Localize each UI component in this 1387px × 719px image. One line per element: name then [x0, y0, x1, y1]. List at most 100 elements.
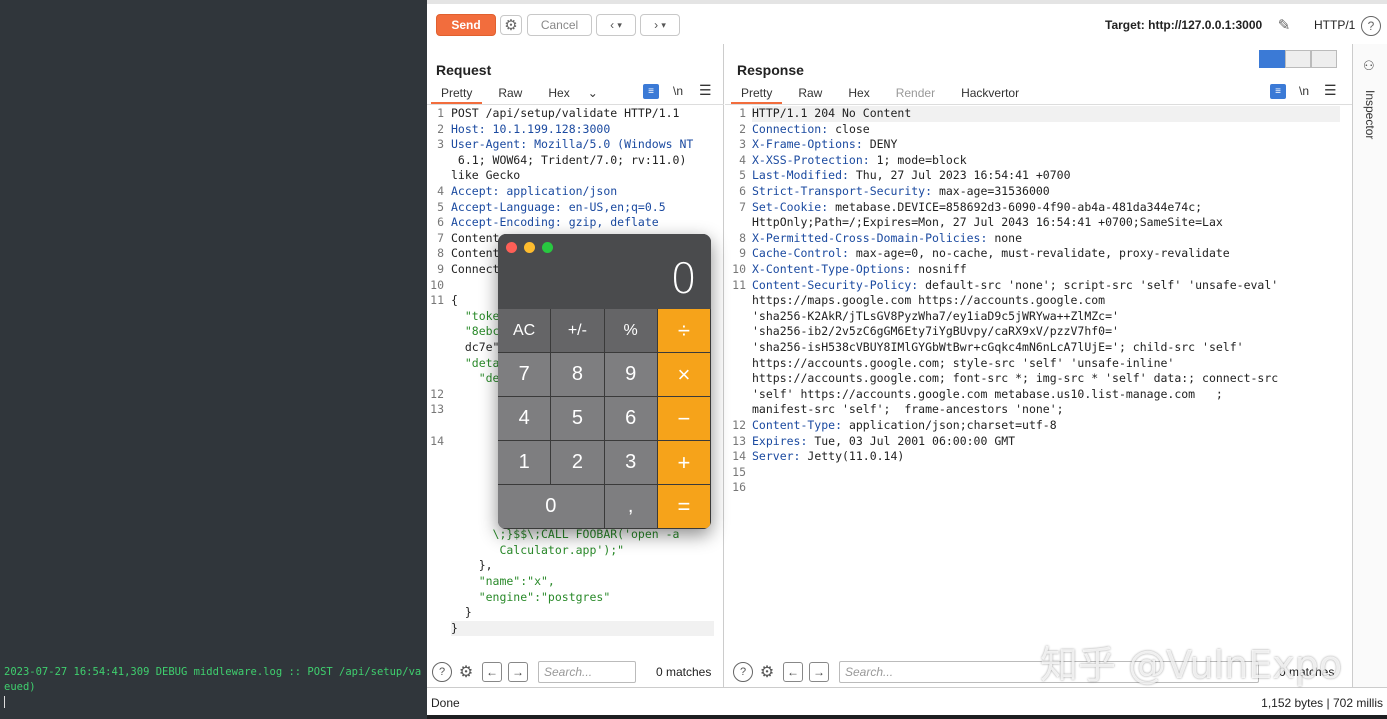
request-search-input[interactable]: Search...	[538, 661, 636, 683]
calc-key-1[interactable]: 1	[498, 441, 552, 485]
calc-key-subtract[interactable]: −	[657, 397, 711, 441]
terminal-cursor	[4, 696, 5, 708]
calc-key-4[interactable]: 4	[498, 397, 552, 441]
response-header-value: HttpOnly;Path=/;Expires=Mon, 27 Jul 2043…	[752, 215, 1223, 230]
request-word-wrap-icon[interactable]: ≡	[643, 84, 659, 99]
request-tab-divider	[427, 104, 724, 105]
terminal-log-line: 2023-07-27 16:54:41,309 DEBUG middleware…	[4, 666, 422, 678]
response-line-text: X-Content-Type-Options: nosniff	[752, 262, 967, 278]
request-menu-icon[interactable]: ☰	[699, 82, 712, 99]
response-line-number: 7	[739, 199, 746, 214]
request-line-number: 4	[437, 184, 444, 198]
request-line-text: "engine":"postgres"	[451, 589, 611, 604]
response-word-wrap-icon[interactable]: ≡	[1270, 84, 1286, 99]
inspector-icon[interactable]: ⚇	[1363, 58, 1375, 74]
request-tab-raw[interactable]: Raw	[488, 84, 532, 104]
request-search-matches: 0 matches	[656, 665, 712, 679]
response-header-value: Jetty(11.0.14)	[800, 449, 905, 464]
request-line-text: POST /api/setup/validate HTTP/1.1	[451, 106, 680, 120]
response-line-number: 15	[732, 464, 746, 479]
calc-key-0[interactable]: 0	[498, 485, 605, 529]
calc-key-divide[interactable]: ÷	[657, 309, 711, 353]
calc-key-8[interactable]: 8	[551, 353, 605, 397]
response-line-number: 2	[739, 121, 746, 136]
calculator-display: 0	[670, 254, 697, 303]
zoom-window-icon[interactable]	[542, 242, 553, 253]
response-search-settings-gear-icon[interactable]: ⚙	[757, 662, 777, 682]
response-header-name: X-Content-Type-Options:	[752, 262, 912, 276]
response-size-timing: 1,152 bytes | 702 millis	[1261, 696, 1383, 710]
response-line-text: 'sha256-ib2/2v5zC6gGM6Ety7iYgBUvpy/caRX9…	[752, 324, 1119, 340]
response-line-text: Set-Cookie: metabase.DEVICE=858692d3-609…	[752, 200, 1202, 216]
request-search-settings-gear-icon[interactable]: ⚙	[456, 662, 476, 682]
calc-key-add[interactable]: +	[657, 441, 711, 485]
response-header-value: 'sha256-K2AkR/jTLsGV8PyzWha7/ey1iaD9c5jW…	[752, 308, 1119, 323]
response-line-number: 10	[732, 262, 746, 276]
back-history-button[interactable]: ‹ ▾	[596, 14, 636, 36]
calc-key-3[interactable]: 3	[604, 441, 658, 485]
protocol-label[interactable]: HTTP/1	[1314, 18, 1355, 32]
response-menu-icon[interactable]: ☰	[1324, 82, 1337, 99]
request-newline-toggle[interactable]: \n	[673, 84, 683, 98]
response-line-number: 11	[732, 277, 746, 292]
response-line-number: 6	[739, 184, 746, 198]
calc-key-equals[interactable]: =	[657, 485, 711, 529]
response-header-value: https://maps.google.com https://accounts…	[752, 293, 1106, 308]
response-header-name: X-XSS-Protection:	[752, 152, 870, 167]
calc-key-sign[interactable]: +/-	[551, 309, 605, 353]
response-title: Response	[737, 62, 804, 78]
calc-key-5[interactable]: 5	[551, 397, 605, 441]
response-search-prev-arrow-left-icon[interactable]: ←	[783, 662, 803, 682]
layout-tabs-icon[interactable]	[1311, 50, 1337, 68]
response-line-text: X-Frame-Options: DENY	[752, 137, 897, 153]
response-tab-pretty[interactable]: Pretty	[731, 84, 783, 104]
status-bar: Done 1,152 bytes | 702 millis	[427, 687, 1387, 715]
request-tab-pretty[interactable]: Pretty	[431, 84, 483, 104]
request-line-number: 5	[437, 199, 444, 214]
request-help-icon[interactable]: ?	[432, 662, 452, 682]
response-search-next-arrow-right-icon[interactable]: →	[809, 662, 829, 682]
layout-side-by-side-icon[interactable]	[1259, 50, 1285, 68]
calc-key-7[interactable]: 7	[498, 353, 552, 397]
close-window-icon[interactable]	[506, 242, 517, 253]
send-button[interactable]: Send	[436, 14, 496, 36]
response-tab-raw[interactable]: Raw	[788, 84, 832, 104]
response-line-text: https://accounts.google.com; font-src *;…	[752, 371, 1278, 387]
calc-key-percent[interactable]: %	[604, 309, 658, 353]
request-search-next-arrow-right-icon[interactable]: →	[508, 662, 528, 682]
calc-key-6[interactable]: 6	[604, 397, 658, 441]
forward-history-button[interactable]: › ▾	[640, 14, 680, 36]
response-line-number: 4	[739, 152, 746, 167]
inspector-tab[interactable]: Inspector	[1363, 90, 1377, 139]
response-header-value: application/json;charset=utf-8	[842, 418, 1057, 432]
minimize-window-icon[interactable]	[524, 242, 535, 253]
request-line-text: Accept-Encoding: gzip, deflate	[451, 215, 659, 230]
layout-top-bottom-icon[interactable]	[1285, 50, 1311, 68]
response-line-text: Cache-Control: max-age=0, no-cache, must…	[752, 246, 1230, 262]
cancel-button[interactable]: Cancel	[527, 14, 592, 36]
request-line-text: "deta	[451, 355, 500, 370]
response-tab-hex[interactable]: Hex	[838, 84, 879, 104]
edit-target-pencil-icon[interactable]: ✎	[1273, 15, 1295, 35]
response-newline-toggle[interactable]: \n	[1299, 84, 1309, 98]
calc-key-2[interactable]: 2	[551, 441, 605, 485]
response-help-icon[interactable]: ?	[733, 662, 753, 682]
calc-key-clear[interactable]: AC	[498, 309, 552, 353]
chevron-left-icon: ‹	[610, 18, 615, 32]
response-header-value: https://accounts.google.com; style-src '…	[752, 355, 1175, 370]
response-header-value: 'sha256-ib2/2v5zC6gGM6Ety7iYgBUvpy/caRX9…	[752, 324, 1119, 339]
calc-key-decimal[interactable]: ,	[604, 485, 658, 529]
help-icon[interactable]: ?	[1361, 16, 1381, 36]
calc-key-multiply[interactable]: ×	[657, 353, 711, 397]
request-tab-hex[interactable]: Hex	[538, 84, 579, 104]
calc-key-9[interactable]: 9	[604, 353, 658, 397]
request-tab-more-chevron-down-icon[interactable]: ⌄	[586, 84, 608, 104]
response-tab-render[interactable]: Render	[886, 84, 945, 104]
request-search-prev-arrow-left-icon[interactable]: ←	[482, 662, 502, 682]
settings-gear-icon[interactable]: ⚙	[500, 15, 522, 35]
response-line-text: manifest-src 'self'; frame-ancestors 'no…	[752, 402, 1064, 418]
response-line-text: Content-Type: application/json;charset=u…	[752, 418, 1057, 434]
response-line-text: Last-Modified: Thu, 27 Jul 2023 16:54:41…	[752, 168, 1071, 184]
request-search-bar: ? ⚙ ← → Search... 0 matches	[427, 657, 723, 687]
response-tab-hackvertor[interactable]: Hackvertor	[951, 84, 1029, 104]
